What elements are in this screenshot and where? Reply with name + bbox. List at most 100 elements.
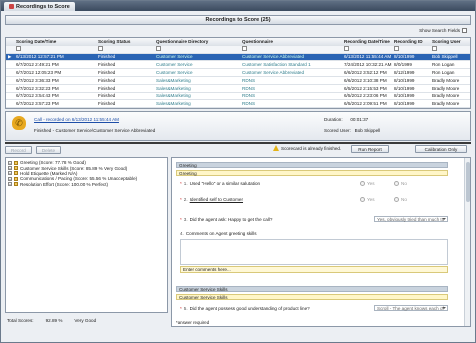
scored-user-value: Bob Skippell xyxy=(354,128,381,133)
dropdown-value: Scroll - The agent knows each of xyxy=(377,305,444,311)
q3-dropdown[interactable]: Yes, obviously tried than much to xyxy=(374,216,448,222)
record-button[interactable]: Record xyxy=(5,146,32,154)
expand-icon[interactable]: + xyxy=(8,182,12,187)
table-cell: 8/10/1999 xyxy=(394,54,415,60)
table-cell: Sales&Marketing xyxy=(156,101,191,107)
total-scores-label: Total Scores: xyxy=(7,317,34,323)
column-header[interactable]: Recording Date/Time xyxy=(342,39,392,44)
filter-box[interactable] xyxy=(344,46,349,52)
table-cell: Bob Skippell xyxy=(432,54,458,60)
vertical-scrollbar[interactable] xyxy=(464,158,470,326)
tree-item[interactable]: + Resolution Effort (Score: 100.00 % Perf… xyxy=(8,182,165,187)
delete-button[interactable]: Delete xyxy=(35,146,62,154)
table-cell: Sales&Marketing xyxy=(156,85,191,91)
table-row[interactable]: 6/7/2012 2:49:21 PM Finished Customer Serv… xyxy=(6,61,470,70)
table-cell: Customer Service Abbreviated xyxy=(242,54,305,60)
radio-icon[interactable] xyxy=(360,181,365,186)
folder-icon xyxy=(14,166,18,171)
comment-input[interactable]: Enter comments here... xyxy=(180,266,448,273)
table-cell: Bradly Moore xyxy=(432,101,460,107)
filter-box[interactable] xyxy=(242,46,247,52)
filter-box[interactable] xyxy=(432,46,437,52)
table-cell: RDNS xyxy=(242,93,256,99)
tab-recordings-to-score[interactable]: Recordings to Score xyxy=(4,2,75,11)
dropdown-value: Yes, obviously tried than much to xyxy=(377,216,445,222)
table-cell: Finished xyxy=(98,70,116,76)
column-header[interactable]: Scoring User xyxy=(430,39,470,44)
table-cell: 6/6/2012 3:52:12 PM xyxy=(344,70,387,76)
filter-box[interactable] xyxy=(98,46,103,52)
scrollbar-thumb[interactable] xyxy=(466,162,470,202)
q2-yes-radio[interactable]: Yes xyxy=(360,197,375,202)
radio-label: No xyxy=(401,197,407,202)
show-search-fields-label: Show Search Fields xyxy=(419,28,460,33)
table-cell: Customer Service xyxy=(156,62,193,68)
q1-no-radio[interactable]: No xyxy=(394,181,407,186)
table-cell: RDNS xyxy=(242,85,256,91)
table-cell: Finished xyxy=(98,101,116,107)
filter-box[interactable] xyxy=(394,46,399,52)
q2-no-radio[interactable]: No xyxy=(394,197,407,202)
folder-icon xyxy=(14,176,18,181)
required-marker: * xyxy=(180,217,182,222)
tree-label: Customer Service Skills (Score: 85.89 % … xyxy=(20,165,128,171)
expand-icon[interactable]: + xyxy=(8,176,12,181)
filter-box[interactable] xyxy=(156,46,161,52)
question-5: * 5. Did the agent possess good understan… xyxy=(180,306,310,311)
show-search-fields[interactable]: Show Search Fields xyxy=(419,28,467,33)
table-cell: Finished xyxy=(98,77,116,83)
scored-user: Scored User: Bob Skippell xyxy=(324,128,380,133)
comments-textarea[interactable] xyxy=(180,239,448,265)
column-header[interactable]: Questionnaire xyxy=(240,39,342,44)
scored-user-label: Scored User: xyxy=(324,128,351,133)
page-title: Recordings to Score (25) xyxy=(5,15,471,25)
radio-icon[interactable] xyxy=(360,197,365,202)
expand-icon[interactable]: + xyxy=(8,160,12,165)
phone-icon: ✆ xyxy=(12,116,26,130)
call-link[interactable]: Call - recorded on 6/13/2012 11:55:44 AM xyxy=(34,117,119,122)
table-body: ▶ 6/13/2012 12:57:21 PM Finished Customer S… xyxy=(6,53,470,108)
chevron-down-icon xyxy=(442,307,446,309)
table-row[interactable]: 6/7/2012 3:54:43 PM Finished Sales&Marketi… xyxy=(6,93,470,101)
column-header[interactable]: Scoring Date/Time xyxy=(14,39,96,44)
column-header[interactable]: Questionnaire Directory xyxy=(154,39,240,44)
radio-icon[interactable] xyxy=(394,197,399,202)
calibration-only-button[interactable]: Calibration Only xyxy=(415,145,467,153)
column-header[interactable]: Scoring Status xyxy=(96,39,154,44)
table-cell: Customer Service Abbreviated xyxy=(242,70,305,76)
table-header: Scoring Date/Time Scoring Status Questio… xyxy=(6,38,470,46)
filter-box[interactable] xyxy=(16,46,21,52)
q5-dropdown[interactable]: Scroll - The agent knows each of xyxy=(374,305,448,311)
recordings-icon xyxy=(9,4,14,9)
section-header-greeting: Greeting xyxy=(176,162,448,168)
q1-yes-radio[interactable]: Yes xyxy=(360,181,375,186)
table-cell: 8/10/1999 xyxy=(394,77,415,83)
expand-icon[interactable]: + xyxy=(8,171,12,176)
table-row[interactable]: 6/7/2012 3:36:33 PM Finished Sales&Marketi… xyxy=(6,77,470,85)
tab-label: Recordings to Score xyxy=(16,3,70,10)
required-marker: * xyxy=(180,181,182,186)
table-cell: 6/5/2012 2:15:53 PM xyxy=(344,85,387,91)
table-row[interactable]: 6/7/2012 3:32:23 PM Finished Sales&Marketi… xyxy=(6,85,470,93)
table-row[interactable]: 6/7/2012 3:57:23 PM Finished Sales&Marketi… xyxy=(6,100,470,108)
horizontal-scrollbar[interactable] xyxy=(5,142,471,144)
run-report-button[interactable]: Run Report xyxy=(351,145,389,153)
table-row[interactable]: 6/7/2012 12:05:23 PM Finished Customer Ser… xyxy=(6,69,470,77)
table-cell: Customer Service xyxy=(156,54,193,60)
warning-text: Scorecard is already finished. xyxy=(281,145,342,151)
expand-icon[interactable]: + xyxy=(8,166,12,171)
finished-status: Finished - Customer Service\Customer Ser… xyxy=(34,128,156,133)
question-number: 2. xyxy=(183,197,188,202)
tree-label: Resolution Effort (Score: 100.00 % Perfe… xyxy=(20,181,109,187)
show-search-fields-checkbox[interactable] xyxy=(462,28,467,33)
warning-icon xyxy=(273,145,279,151)
table-cell: 6/7/2012 3:57:23 PM xyxy=(16,101,59,107)
radio-icon[interactable] xyxy=(394,181,399,186)
column-header[interactable]: Recording ID xyxy=(392,39,430,44)
table-cell: Customer Satisfaction Standard 1 xyxy=(242,62,311,68)
section-sub-customer-service: Customer Service Skills xyxy=(176,294,448,300)
duration: Duration: 00:01:37 xyxy=(324,117,368,122)
table-cell: Finished xyxy=(98,54,116,60)
table-row[interactable]: ▶ 6/13/2012 12:57:21 PM Finished Customer S… xyxy=(6,53,470,62)
folder-icon xyxy=(14,171,18,176)
